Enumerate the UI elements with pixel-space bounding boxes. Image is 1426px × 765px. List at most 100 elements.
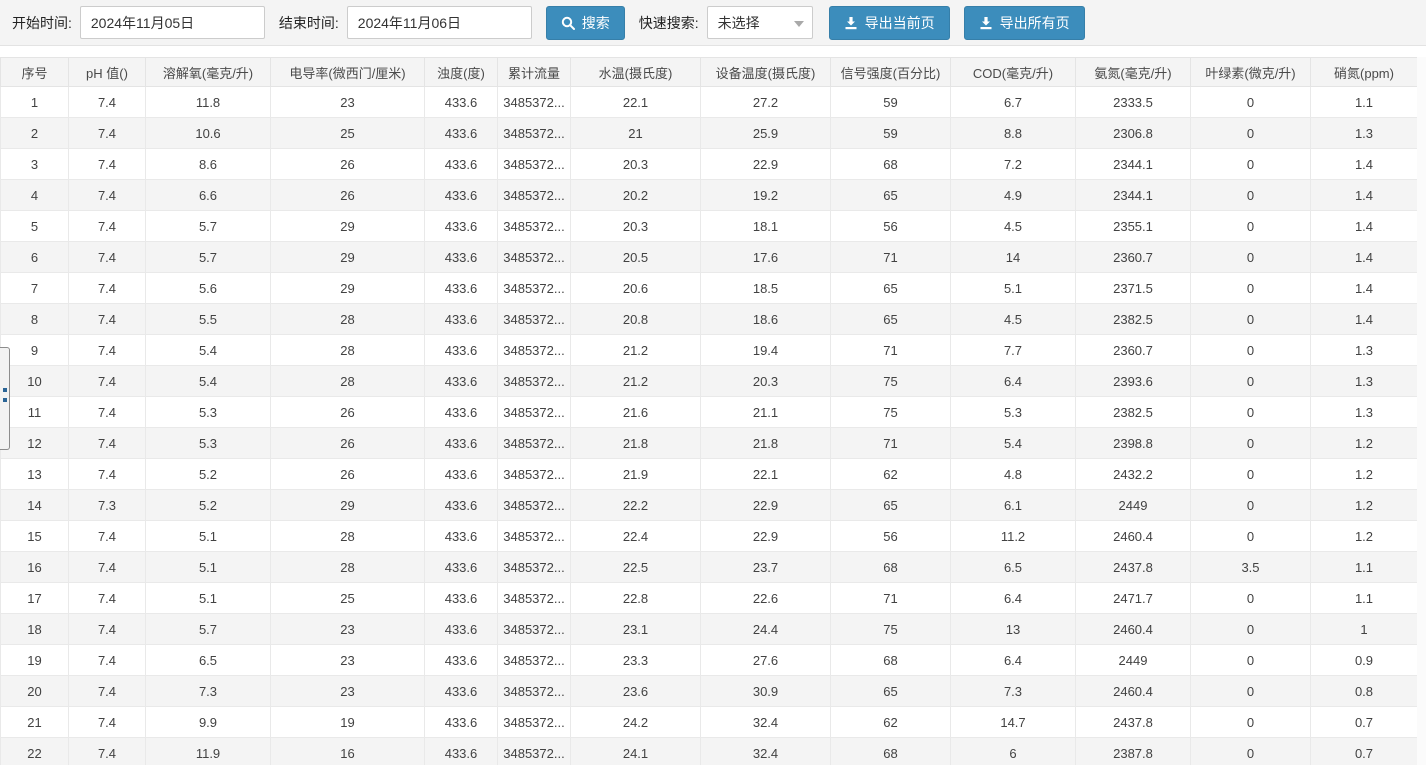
table-cell: 0 <box>1190 272 1311 304</box>
table-row: 11 7.4 5.3 26 433.6 3485372... 21.6 21.1 75 5.3 23… <box>0 396 1418 428</box>
table-cell: 28 <box>270 334 425 366</box>
table-cell: 71 <box>830 241 951 273</box>
search-button-label: 搜索 <box>581 14 610 31</box>
table-cell: 2471.7 <box>1075 582 1191 614</box>
table-cell: 7 <box>0 272 69 304</box>
table-row: 2 7.4 10.6 25 433.6 3485372... 21 25.9 59 8.8 2306… <box>0 117 1418 149</box>
table-row: 12 7.4 5.3 26 433.6 3485372... 21.8 21.8 71 5.4 23… <box>0 427 1418 459</box>
table-cell: 30.9 <box>700 675 831 707</box>
table-cell: 7.4 <box>68 737 146 765</box>
table-cell: 20.6 <box>570 272 701 304</box>
table-cell: 21.8 <box>570 427 701 459</box>
column-header: 氨氮(毫克/升) <box>1075 57 1191 87</box>
table-cell: 2460.4 <box>1075 675 1191 707</box>
table-cell: 14.7 <box>950 706 1076 738</box>
quick-search-select[interactable]: 未选择 <box>706 6 813 39</box>
table-cell: 32.4 <box>700 737 831 765</box>
side-panel-handle[interactable] <box>0 347 10 450</box>
table-cell: 22 <box>0 737 69 765</box>
table-cell: 13 <box>950 613 1076 645</box>
table-cell: 3485372... <box>497 396 571 428</box>
table-cell: 6.6 <box>145 179 271 211</box>
table-cell: 0 <box>1190 117 1311 149</box>
table-cell: 6 <box>0 241 69 273</box>
table-cell: 62 <box>830 458 951 490</box>
table-cell: 0 <box>1190 582 1311 614</box>
table-cell: 433.6 <box>424 613 498 645</box>
table-row: 3 7.4 8.6 26 433.6 3485372... 20.3 22.9 68 7.2 234… <box>0 148 1418 180</box>
table-cell: 8.6 <box>145 148 271 180</box>
table-cell: 62 <box>830 706 951 738</box>
table-cell: 1.2 <box>1310 489 1418 521</box>
side-panel-handle-mark <box>2 388 7 392</box>
table-row: 5 7.4 5.7 29 433.6 3485372... 20.3 18.1 56 4.5 235… <box>0 210 1418 242</box>
table-cell: 20 <box>0 675 69 707</box>
table-cell: 0 <box>1190 210 1311 242</box>
table-cell: 56 <box>830 210 951 242</box>
table-cell: 0 <box>1190 241 1311 273</box>
table-cell: 5.6 <box>145 272 271 304</box>
table-cell: 56 <box>830 520 951 552</box>
table-cell: 21.8 <box>700 427 831 459</box>
table-cell: 2355.1 <box>1075 210 1191 242</box>
table-cell: 1.1 <box>1310 86 1418 118</box>
table-cell: 0 <box>1190 613 1311 645</box>
table-cell: 22.5 <box>570 551 701 583</box>
table-cell: 433.6 <box>424 334 498 366</box>
table-cell: 433.6 <box>424 396 498 428</box>
table-cell: 10 <box>0 365 69 397</box>
table-cell: 3485372... <box>497 520 571 552</box>
search-button[interactable]: 搜索 <box>545 5 625 40</box>
table-cell: 2360.7 <box>1075 241 1191 273</box>
table-cell: 6.1 <box>950 489 1076 521</box>
table-cell: 3485372... <box>497 210 571 242</box>
table-cell: 7.4 <box>68 303 146 335</box>
table-cell: 22.9 <box>700 520 831 552</box>
column-header: 设备温度(摄氏度) <box>700 57 831 87</box>
table-cell: 75 <box>830 613 951 645</box>
table-cell: 23 <box>270 86 425 118</box>
table-row: 18 7.4 5.7 23 433.6 3485372... 23.1 24.4 75 13 246… <box>0 613 1418 645</box>
start-time-input[interactable] <box>79 6 265 39</box>
export-all-pages-button[interactable]: 导出所有页 <box>963 5 1085 40</box>
vertical-scrollbar[interactable] <box>1417 57 1426 765</box>
column-header: 水温(摄氏度) <box>570 57 701 87</box>
table-cell: 1.4 <box>1310 179 1418 211</box>
table-row: 13 7.4 5.2 26 433.6 3485372... 21.9 22.1 62 4.8 24… <box>0 458 1418 490</box>
table-cell: 2449 <box>1075 489 1191 521</box>
table-cell: 433.6 <box>424 675 498 707</box>
table-cell: 0 <box>1190 365 1311 397</box>
table-cell: 71 <box>830 334 951 366</box>
table-cell: 0 <box>1190 148 1311 180</box>
export-current-page-button[interactable]: 导出当前页 <box>828 5 950 40</box>
table-cell: 75 <box>830 365 951 397</box>
table-cell: 2 <box>0 117 69 149</box>
table-cell: 3485372... <box>497 179 571 211</box>
table-cell: 433.6 <box>424 303 498 335</box>
end-time-input[interactable] <box>346 6 532 39</box>
column-header: 浊度(度) <box>424 57 498 87</box>
column-header: 序号 <box>0 57 69 87</box>
table-cell: 23.7 <box>700 551 831 583</box>
table-cell: 3485372... <box>497 613 571 645</box>
table-cell: 26 <box>270 427 425 459</box>
table-cell: 6.4 <box>950 582 1076 614</box>
table-cell: 7.2 <box>950 148 1076 180</box>
table-cell: 26 <box>270 179 425 211</box>
table-cell: 22.8 <box>570 582 701 614</box>
table-cell: 0 <box>1190 179 1311 211</box>
table-row: 1 7.4 11.8 23 433.6 3485372... 22.1 27.2 59 6.7 23… <box>0 86 1418 118</box>
table-cell: 16 <box>0 551 69 583</box>
table-cell: 0 <box>1190 489 1311 521</box>
table-cell: 24.2 <box>570 706 701 738</box>
table-cell: 6.5 <box>950 551 1076 583</box>
table-cell: 27.2 <box>700 86 831 118</box>
column-header: 硝氮(ppm) <box>1310 57 1418 87</box>
table-cell: 5.3 <box>145 396 271 428</box>
table-cell: 7.3 <box>68 489 146 521</box>
table-cell: 0 <box>1190 334 1311 366</box>
table-cell: 29 <box>270 210 425 242</box>
table-cell: 7.4 <box>68 179 146 211</box>
table-cell: 7.4 <box>68 334 146 366</box>
table-cell: 19.2 <box>700 179 831 211</box>
